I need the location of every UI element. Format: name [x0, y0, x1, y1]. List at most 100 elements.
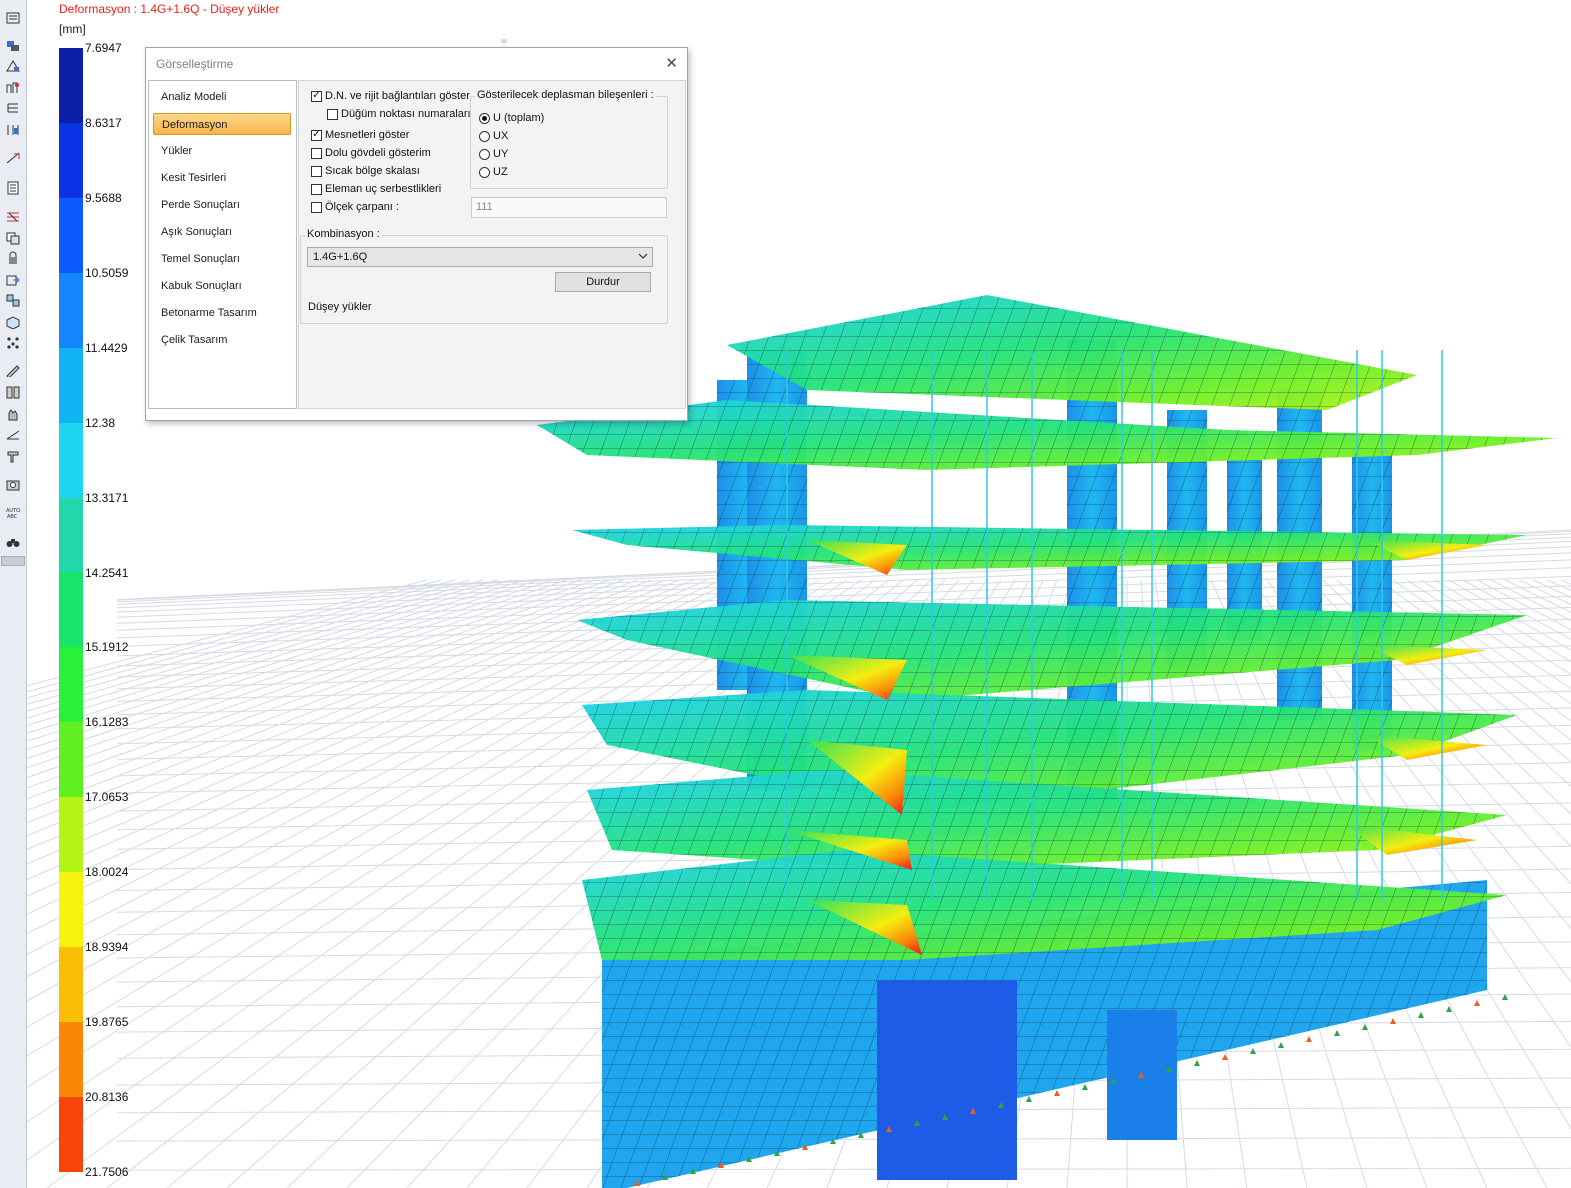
nav-item-shell-results[interactable]: Kabuk Sonuçları: [153, 275, 291, 297]
binoculars-icon[interactable]: [4, 534, 22, 549]
grid-line: [1504, 579, 1571, 613]
legend-swatch: [59, 572, 83, 648]
nav-item-rc-design[interactable]: Betonarme Tasarım: [153, 302, 291, 324]
nav-item-wall-results[interactable]: Perde Sonuçları: [153, 194, 291, 216]
camera-icon[interactable]: [4, 476, 22, 491]
legend-value: 18.9394: [85, 940, 129, 955]
color-legend-bar: [59, 48, 83, 1172]
legend-value: 15.1912: [85, 640, 129, 655]
radio-ux[interactable]: UX: [479, 130, 508, 142]
floor-slab-mesh: [587, 770, 1507, 870]
hand-icon[interactable]: [4, 406, 22, 421]
left-toolbar: AUTO ABC: [0, 0, 27, 1188]
nav-item-steel-design[interactable]: Çelik Tasarım: [153, 329, 291, 351]
legend-value: 18.0024: [85, 865, 129, 880]
draw-icon[interactable]: [4, 362, 22, 377]
heat-scale-label: Sıcak bölge skalası: [325, 165, 420, 177]
show-supports-checkbox[interactable]: ✓ Mesnetleri göster: [311, 129, 409, 141]
support-symbol: [1082, 1084, 1088, 1090]
dialog-nav-list: Analiz Modeli Deformasyon Yükler Kesit T…: [148, 80, 297, 409]
frame-icon[interactable]: [4, 122, 22, 137]
support-symbol: [1418, 1012, 1424, 1018]
radio-uz[interactable]: UZ: [479, 166, 508, 178]
combination-title: Kombinasyon :: [305, 228, 382, 240]
legend-value: 20.8136: [85, 1090, 129, 1105]
node-numbers-checkbox[interactable]: Düğüm noktası numaraları: [327, 108, 471, 120]
show-links-checkbox[interactable]: ✓ D.N. ve rijit bağlantıları göster: [311, 90, 470, 102]
checkbox-icon: [311, 147, 322, 159]
nodes-icon[interactable]: [4, 334, 22, 349]
legend-value: 16.1283: [85, 715, 129, 730]
report-icon[interactable]: [4, 180, 22, 195]
dialog-content-panel: ✓ D.N. ve rijit bağlantıları göster Düğü…: [298, 80, 686, 409]
legend-swatch: [59, 272, 83, 348]
legend-value: 10.5059: [85, 265, 129, 280]
legend-value: 19.8765: [85, 1015, 129, 1030]
legend-swatch: [59, 48, 83, 123]
measure-icon[interactable]: [4, 384, 22, 399]
layer-edit-icon[interactable]: [4, 58, 22, 73]
chevron-down-icon: [638, 253, 648, 259]
basement-wall-dark: [877, 980, 1017, 1180]
slope-icon[interactable]: [4, 426, 22, 441]
stop-button[interactable]: Durdur: [555, 272, 651, 292]
radio-uy[interactable]: UY: [479, 148, 508, 160]
scale-factor-checkbox[interactable]: Ölçek çarpanı :: [311, 201, 399, 213]
support-symbol: [1306, 1036, 1312, 1042]
grid-line: [116, 1167, 1571, 1171]
legend-swatch: [59, 1021, 83, 1097]
visualization-dialog: Görselleştirme ✕ Analiz Modeli Deformasy…: [145, 39, 688, 421]
nav-item-foundation-results[interactable]: Temel Sonuçları: [153, 248, 291, 270]
export-icon[interactable]: [4, 272, 22, 287]
legend-swatch: [59, 647, 83, 723]
transform-icon[interactable]: [4, 292, 22, 307]
nav-item-section-forces[interactable]: Kesit Tesirleri: [153, 167, 291, 189]
support-symbol: [1194, 1060, 1200, 1066]
view3d-icon[interactable]: [4, 314, 22, 329]
combination-select[interactable]: 1.4G+1.6Q: [307, 247, 653, 267]
column-icon[interactable]: [4, 448, 22, 463]
close-icon[interactable]: ✕: [665, 54, 678, 72]
radio-icon: [479, 130, 490, 142]
grid-line: [1406, 579, 1571, 689]
legend-swatch: [59, 122, 83, 198]
beam-icon[interactable]: [4, 208, 22, 223]
unit-label: [mm]: [59, 22, 86, 36]
3d-viewport[interactable]: Deformasyon : 1.4G+1.6Q - Düşey yükler […: [27, 0, 1571, 1188]
section-icon[interactable]: [4, 150, 22, 165]
radio-u-total-label: U (toplam): [493, 112, 545, 124]
show-supports-label: Mesnetleri göster: [325, 129, 410, 141]
auto-text-icon[interactable]: AUTO ABC: [4, 504, 22, 519]
toolbar-scroll-button[interactable]: [1, 556, 25, 566]
radio-ux-label: UX: [493, 130, 509, 142]
nav-item-loads[interactable]: Yükler: [153, 140, 291, 162]
end-releases-label: Eleman uç serbestlikleri: [325, 183, 442, 195]
nav-item-purlin-results[interactable]: Aşık Sonuçları: [153, 221, 291, 243]
legend-value: 13.3171: [85, 490, 129, 505]
heat-scale-checkbox[interactable]: Sıcak bölge skalası: [311, 165, 420, 177]
nav-item-analysis-model[interactable]: Analiz Modeli: [153, 86, 291, 108]
checkbox-icon: ✓: [311, 90, 322, 102]
copy-icon[interactable]: [4, 230, 22, 245]
scale-factor-input[interactable]: 111: [471, 197, 667, 218]
lock-icon[interactable]: [4, 250, 22, 265]
support-symbol: [1026, 1096, 1032, 1102]
nav-item-deformation[interactable]: Deformasyon: [153, 113, 291, 135]
radio-u-total[interactable]: U (toplam): [479, 112, 544, 124]
column-mesh: [1352, 450, 1392, 750]
legend-value: 21.7506: [85, 1165, 129, 1179]
structure-icon[interactable]: [4, 80, 22, 95]
load-description: Düşey yükler: [308, 301, 372, 313]
end-releases-checkbox[interactable]: Eleman uç serbestlikleri: [311, 183, 441, 195]
show-links-label: D.N. ve rijit bağlantıları göster: [325, 90, 470, 102]
tree-icon[interactable]: [4, 100, 22, 115]
list-icon[interactable]: [4, 10, 22, 25]
components-title: Gösterilecek deplasman bileşenleri :: [475, 89, 656, 101]
layer-view-icon[interactable]: [4, 38, 22, 53]
legend-swatch: [59, 497, 83, 573]
radio-icon: [479, 112, 490, 124]
svg-text:ABC: ABC: [7, 514, 18, 519]
solid-view-checkbox[interactable]: Dolu gövdeli gösterim: [311, 147, 431, 159]
checkbox-icon: [311, 183, 322, 195]
legend-value: 8.6317: [85, 115, 122, 130]
